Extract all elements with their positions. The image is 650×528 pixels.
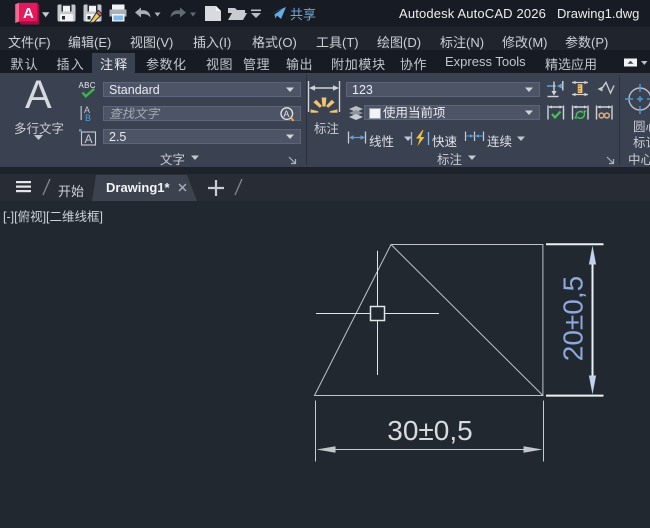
svg-text:[-][俯视][二维线框]: [-][俯视][二维线框] — [3, 209, 103, 224]
svg-text:共享: 共享 — [290, 7, 316, 22]
svg-text:A: A — [23, 5, 34, 22]
svg-text:A: A — [85, 132, 93, 146]
svg-text:30±0,5: 30±0,5 — [387, 415, 472, 446]
svg-text:20±0,5: 20±0,5 — [558, 276, 589, 361]
svg-text:B: B — [85, 113, 91, 121]
svg-text:A: A — [283, 109, 289, 119]
